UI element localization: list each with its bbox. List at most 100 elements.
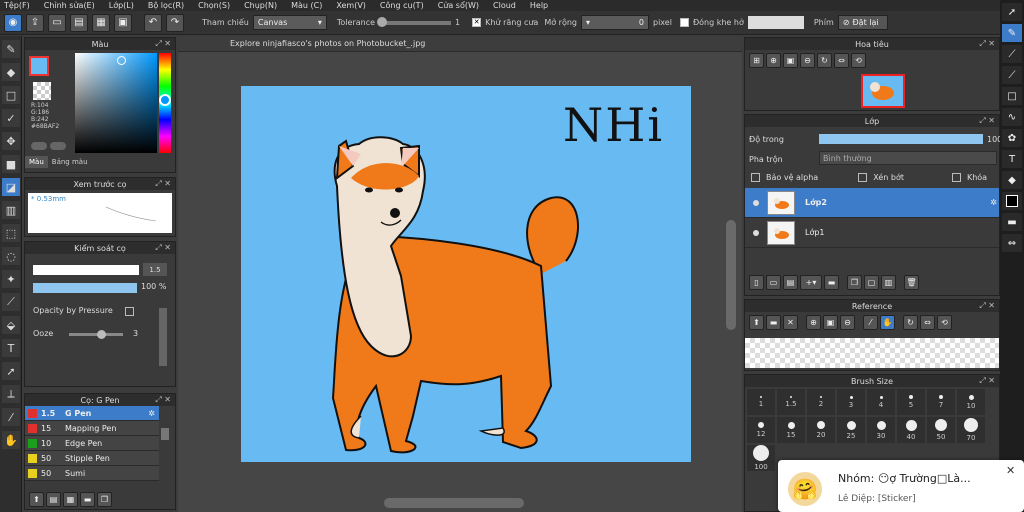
expand-icon[interactable]: ⤢ ✕	[979, 376, 995, 386]
copy-layer-icon[interactable]: ▤	[783, 275, 798, 290]
merge-icon[interactable]: ❐	[847, 275, 862, 290]
horizontal-scrollbar[interactable]	[384, 498, 524, 508]
tab-palette[interactable]: Bảng màu	[48, 156, 92, 168]
menu-item[interactable]: Lớp(L)	[109, 1, 134, 10]
brush-duplicate-icon[interactable]: ▦	[63, 492, 78, 507]
eraser-tool-icon[interactable]: ◆	[2, 63, 20, 81]
select-eraser-icon[interactable]: ⬙	[2, 316, 20, 334]
pencil-icon[interactable]: ⟋	[1002, 66, 1022, 84]
brush-tool-icon[interactable]: ✎	[2, 40, 20, 58]
rect-tool-icon[interactable]: □	[2, 86, 20, 104]
bucket-tool-icon[interactable]: ◪	[2, 178, 20, 196]
reset-view-icon[interactable]: ⟲	[937, 315, 952, 330]
rotate-icon[interactable]: ↻	[903, 315, 918, 330]
zoom-out-icon[interactable]: ⊖	[800, 53, 815, 68]
fill-rect-tool-icon[interactable]: ■	[2, 155, 20, 173]
move-tool-icon[interactable]: ✥	[2, 132, 20, 150]
reference-close-icon[interactable]: ✕	[783, 315, 798, 330]
reference-import-icon[interactable]: ⬆	[749, 315, 764, 330]
brush-size-option[interactable]: 15	[777, 417, 805, 443]
new-layer-icon[interactable]: ▯	[749, 275, 764, 290]
expand-icon[interactable]: ⤢ ✕	[155, 179, 171, 189]
line-width-icon[interactable]: ▬	[1002, 213, 1022, 231]
layer-row[interactable]: Lớp1	[745, 218, 999, 248]
eyedropper-icon[interactable]: ⁄	[2, 408, 20, 426]
brush-size-option[interactable]: 12	[747, 417, 775, 443]
correction-tool-icon[interactable]: ⟂	[2, 385, 20, 403]
brush-add-icon[interactable]: ⬆	[29, 492, 44, 507]
zoom-in-icon[interactable]: ⊕	[766, 53, 781, 68]
brush-list-item[interactable]: 1.5 G Pen ✲	[25, 406, 159, 421]
fit-icon[interactable]: ▣	[823, 315, 838, 330]
size-value[interactable]: 1.5	[143, 263, 167, 276]
eraser-icon[interactable]: ◆	[1002, 171, 1022, 189]
hue-knob[interactable]	[159, 94, 171, 106]
brush-size-option[interactable]: 1.5	[777, 389, 805, 415]
zoom-in-icon[interactable]: ⊕	[806, 315, 821, 330]
flip-icon[interactable]: ⇔	[920, 315, 935, 330]
menu-item[interactable]: Tệp(F)	[4, 1, 30, 10]
close-icon[interactable]: ✕	[1006, 464, 1015, 477]
foreground-color-swatch[interactable]	[29, 56, 49, 76]
reference-select[interactable]: Canvas ▾	[252, 15, 327, 30]
brush-folder-icon[interactable]: ▬	[80, 492, 95, 507]
layer-opacity-slider[interactable]	[819, 134, 983, 144]
close-gap-slider[interactable]	[747, 16, 804, 29]
tolerance-slider[interactable]	[377, 16, 452, 27]
pointer-icon[interactable]: ➚	[1002, 3, 1022, 21]
blend-select[interactable]: Bình thường	[819, 151, 997, 165]
clip-checkbox[interactable]	[858, 173, 868, 182]
zoom-out-icon[interactable]: ⊖	[840, 315, 855, 330]
eye-icon[interactable]: ◉	[4, 13, 22, 32]
expand-icon[interactable]: ⤢ ✕	[979, 301, 995, 311]
menu-item[interactable]: Màu (C)	[291, 1, 322, 10]
reference-folder-icon[interactable]: ▬	[766, 315, 781, 330]
flip-icon[interactable]: ⇔	[834, 53, 849, 68]
visibility-icon[interactable]	[753, 229, 759, 236]
undo-button[interactable]: ↶	[144, 13, 162, 32]
trash-icon[interactable]: 🗑	[904, 275, 919, 290]
new-layer-alt-icon[interactable]: ▭	[766, 275, 781, 290]
slider-knob[interactable]	[377, 16, 388, 27]
brush-size-option[interactable]: 3	[837, 389, 865, 415]
expand-arrows-icon[interactable]: ⇔	[1002, 234, 1022, 252]
eyedropper-icon[interactable]: ⁄	[863, 315, 878, 330]
brush-size-option[interactable]: 2	[807, 389, 835, 415]
pen-tool-icon[interactable]: ✓	[2, 109, 20, 127]
reset-button[interactable]: ⊘ Đặt lại	[837, 15, 888, 30]
expand-input[interactable]: ▾ 0	[581, 15, 649, 30]
reference-canvas[interactable]	[745, 338, 999, 368]
window-icon[interactable]: ▣	[114, 13, 132, 32]
actual-size-icon[interactable]: ▣	[783, 53, 798, 68]
brush-size-option[interactable]: 10	[957, 389, 985, 415]
layers-icon[interactable]: ▤	[70, 13, 88, 32]
saturation-value-picker[interactable]	[75, 53, 157, 153]
mask-icon[interactable]: ▥	[881, 275, 896, 290]
fit-icon[interactable]: ⊞	[749, 53, 764, 68]
brush-size-option[interactable]: 40	[897, 417, 925, 443]
brush-menu-icon[interactable]: ▤	[46, 492, 61, 507]
pen-icon[interactable]: ✎	[1002, 24, 1022, 42]
tab-color[interactable]: Màu	[25, 156, 48, 168]
menu-item[interactable]: Công cụ(T)	[380, 1, 424, 10]
brush-size-option[interactable]: 50	[927, 417, 955, 443]
hand-icon[interactable]: ✋	[880, 315, 895, 330]
menu-item[interactable]: Cloud	[493, 1, 516, 10]
expand-icon[interactable]: ⤢ ✕	[979, 116, 995, 126]
rect-select-icon[interactable]: ⬚	[2, 224, 20, 242]
operation-tool-icon[interactable]: ➚	[2, 362, 20, 380]
select-pen-icon[interactable]: ⟋	[2, 293, 20, 311]
layer-row[interactable]: Lớp2 ✲	[745, 188, 999, 218]
rect-icon[interactable]: □	[1002, 87, 1022, 105]
ooze-slider[interactable]	[69, 330, 123, 339]
brush-copy-icon[interactable]: ❐	[97, 492, 112, 507]
antialias-checkbox[interactable]: ✕	[472, 18, 482, 27]
brush-size-option[interactable]: 7	[927, 389, 955, 415]
lock-checkbox[interactable]	[951, 173, 961, 182]
gear-icon[interactable]: ✲	[148, 409, 155, 418]
brush-list-item[interactable]: 50 Stipple Pen	[25, 451, 159, 466]
brush-list-item[interactable]: 15 Mapping Pen	[25, 421, 159, 436]
color-swap-icon[interactable]	[50, 142, 66, 150]
brush-size-option[interactable]: 70	[957, 417, 985, 443]
menu-item[interactable]: Help	[530, 1, 548, 10]
